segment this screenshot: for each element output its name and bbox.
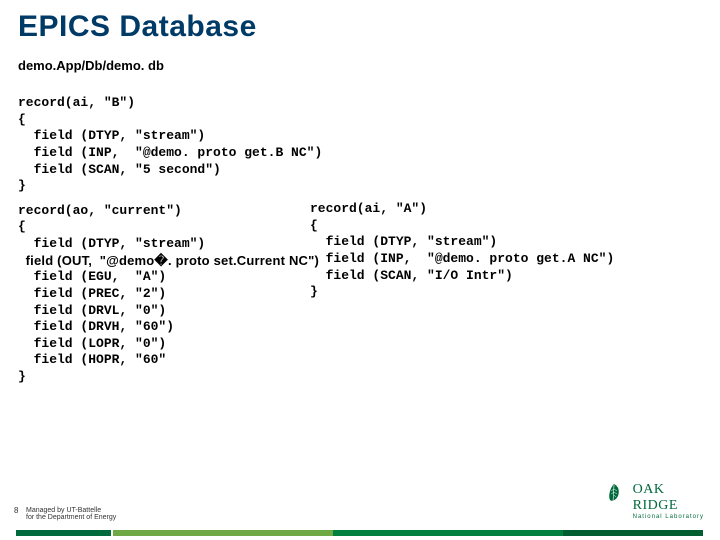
strip-segment [333,530,563,536]
strip-segment [113,530,333,536]
strip-segment [563,530,703,536]
slide-title: EPICS Database [0,0,720,44]
code-area: record(ai, "B") { field (DTYP, "stream")… [0,73,720,386]
code-block-record-a: record(ai, "A") { field (DTYP, "stream")… [310,201,614,301]
strip-segment [16,530,111,536]
page-number: 8 [14,506,18,515]
oak-leaf-icon [604,482,624,511]
logo-text: OAK RIDGE [633,482,704,514]
managed-line-1: Managed by UT-Battelle [26,507,101,514]
logo-oak: OAK [633,482,665,497]
logo-ridge: RIDGE [633,498,678,513]
slide-subtitle: demo.App/Db/demo. db [0,44,720,73]
code-block-record-b: record(ai, "B") { field (DTYP, "stream")… [18,95,720,195]
footer-color-strip [0,518,720,536]
ornl-logo: OAK RIDGE National Laboratory [604,482,704,520]
